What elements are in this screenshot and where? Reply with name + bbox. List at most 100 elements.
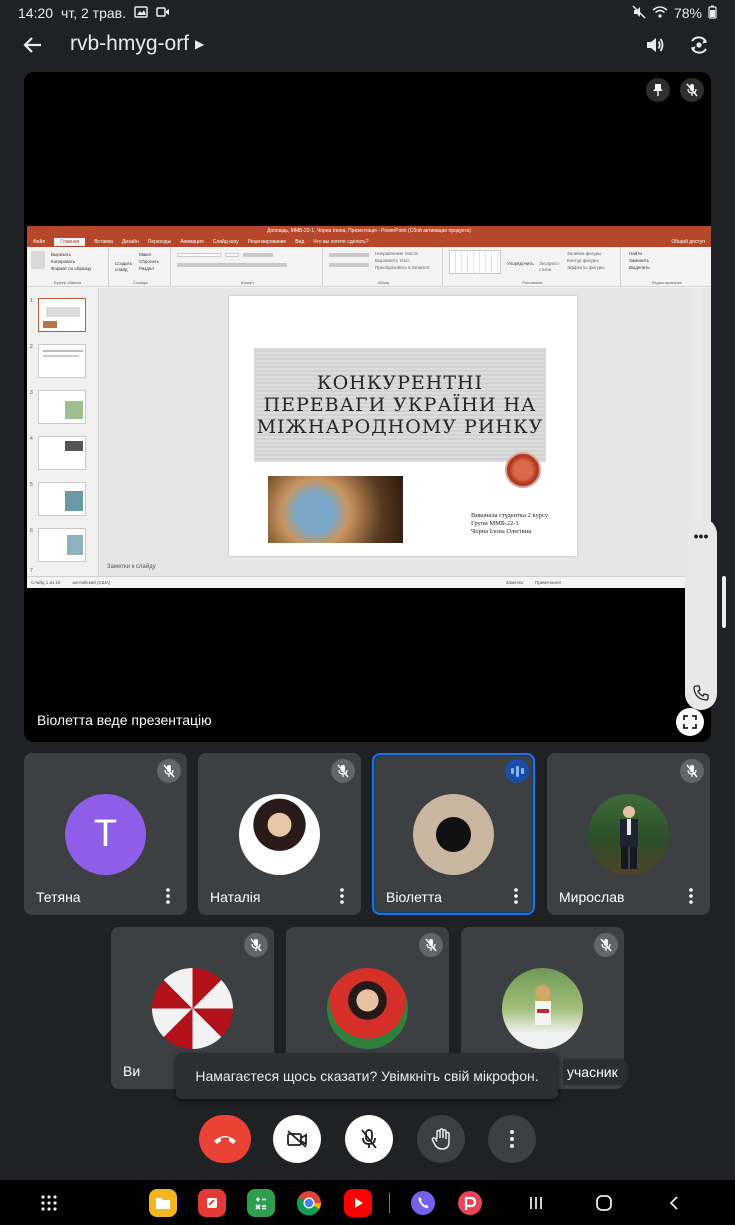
notes-app-icon[interactable] (198, 1189, 226, 1217)
app-drawer-icon[interactable] (35, 1189, 63, 1217)
edge-panel-handle[interactable] (722, 576, 726, 628)
ppt-notes-placeholder: Заметки к слайду (107, 564, 156, 570)
ppt-tab: Вставка (94, 238, 113, 245)
slide-seal-image (505, 452, 541, 488)
shared-screen-powerpoint: Доповідь, ММБ-22-1, Чорна Ілона, Презент… (27, 226, 711, 588)
nav-separator (389, 1193, 390, 1213)
ppt-tell-me: Что вы хотите сделать? (313, 238, 369, 245)
ppt-ribbon: Вырезать Копировать Формат по образцу Бу… (27, 247, 711, 287)
switch-camera-button[interactable] (684, 28, 714, 62)
thumb-number: 4 (30, 436, 33, 442)
caption-line: Виконала студентка 2 курсу (471, 512, 549, 519)
ppt-tab: Вид (295, 238, 305, 245)
speaker-icon (647, 38, 664, 52)
ribbon-item: Найти (629, 251, 642, 256)
slide-thumbnail (38, 344, 86, 378)
camera-off-icon (287, 1130, 307, 1148)
unmute-hint-toast: Намагаєтеся щось сказати? Увімкніть свій… (176, 1053, 558, 1099)
ppt-tab: Переходы (147, 238, 172, 245)
avatar-letter: T (93, 813, 118, 855)
more-vert-icon[interactable] (508, 885, 524, 907)
ppt-tab: Рецензирование (247, 238, 287, 245)
ppt-tab: Анимация (180, 238, 204, 245)
meeting-title[interactable]: rvb-hmyg-orf ▶ (70, 32, 204, 56)
mic-off-icon (157, 759, 181, 783)
slide-caption: Виконала студентка 2 курсу Групи ММБ-22-… (471, 512, 548, 536)
presenter-label: Віолетта веде презентацію (37, 712, 212, 728)
phone-icon[interactable] (690, 682, 712, 704)
ppt-tab-active: Главная (54, 237, 86, 246)
pin-button[interactable] (646, 78, 670, 102)
fullscreen-button[interactable] (676, 708, 704, 736)
ribbon-group-label: Редактирование (651, 280, 683, 285)
ribbon-item: Эффекты фигуры (567, 265, 605, 270)
presenter-mic-off (680, 78, 704, 102)
switch-camera-icon (691, 36, 707, 54)
raise-hand-button[interactable] (417, 1115, 465, 1163)
ribbon-group-label: Буфер обмена (53, 280, 82, 285)
participant-name: Віолетта (386, 889, 442, 905)
more-vert-icon[interactable] (683, 885, 699, 907)
more-options-button[interactable] (488, 1115, 536, 1163)
hang-up-button[interactable] (199, 1115, 251, 1163)
ribbon-item: Контур фигуры (567, 258, 599, 263)
ribbon-group-label: Шрифт (240, 280, 255, 285)
ribbon-item: Сбросить (139, 259, 160, 264)
floating-call-panel[interactable]: ••• (685, 518, 717, 710)
avatar-photo (413, 794, 494, 875)
video-record-icon (156, 5, 170, 21)
participant-tile[interactable]: T Тетяна (24, 753, 187, 915)
chrome-app-icon[interactable] (295, 1189, 323, 1217)
ribbon-group-font: Шрифт (173, 247, 323, 287)
ppt-tab: Дизайн (121, 238, 139, 245)
ppt-ribbon-tabs: Файл Главная Вставка Дизайн Переходы Ани… (27, 236, 711, 247)
back-button[interactable] (20, 28, 46, 62)
ribbon-item: Раздел (139, 266, 154, 271)
back-nav-button[interactable] (660, 1189, 688, 1217)
mic-off-icon (331, 759, 355, 783)
camera-toggle-button[interactable] (273, 1115, 321, 1163)
speaker-button[interactable] (640, 28, 670, 62)
ribbon-group-drawing: Упорядочить Экспресс-стили Заливка фигур… (445, 247, 621, 287)
presentation-stage[interactable]: Доповідь, ММБ-22-1, Чорна Ілона, Презент… (24, 72, 711, 742)
ribbon-group-editing: Найти Заменить Выделить Редактирование (623, 247, 711, 287)
slide-thumbnail (38, 528, 86, 562)
ribbon-item: Создать слайд (115, 261, 133, 272)
home-button[interactable] (590, 1189, 618, 1217)
more-vert-icon[interactable] (334, 885, 350, 907)
participant-tile[interactable]: Наталія (198, 753, 361, 915)
thumb-number: 1 (30, 298, 33, 304)
ppt-title-bar: Доповідь, ММБ-22-1, Чорна Ілона, Презент… (27, 226, 711, 236)
avatar-photo (502, 968, 583, 1049)
ribbon-group-slides: Создать слайд Макет Сбросить Раздел Слай… (111, 247, 171, 287)
pocket-app-icon[interactable] (456, 1189, 484, 1217)
more-vert-icon[interactable] (160, 885, 176, 907)
caption-line: Чорна Ілона Олегівна (471, 528, 532, 535)
avatar: T (65, 794, 146, 875)
recents-button[interactable] (522, 1189, 550, 1217)
gallery-icon (134, 5, 148, 21)
ribbon-item: Выровнять текст (375, 258, 411, 263)
ribbon-item: Упорядочить (507, 261, 534, 266)
slide-thumbnail (38, 298, 86, 332)
thumb-number: 6 (30, 528, 33, 534)
participant-tile[interactable]: Мирослав (547, 753, 710, 915)
caret-right-icon: ▶ (195, 37, 205, 51)
mic-toggle-button[interactable] (345, 1115, 393, 1163)
wifi-icon (652, 5, 668, 21)
mic-off-icon (680, 759, 704, 783)
meeting-code: rvb-hmyg-orf (70, 32, 190, 55)
calculator-app-icon[interactable] (247, 1189, 275, 1217)
mic-off-icon (594, 933, 618, 957)
mic-off-icon (419, 933, 443, 957)
youtube-app-icon[interactable] (344, 1189, 372, 1217)
ppt-language: английский (США) (72, 580, 111, 585)
ribbon-group-paragraph: Направление текста Выровнять текст Преоб… (325, 247, 443, 287)
avatar-photo (239, 794, 320, 875)
files-app-icon[interactable] (149, 1189, 177, 1217)
current-slide: КОНКУРЕНТНІ ПЕРЕВАГИ УКРАЇНИ НА МІЖНАРОД… (229, 296, 577, 556)
viber-app-icon[interactable] (409, 1189, 437, 1217)
hand-icon (431, 1128, 450, 1150)
more-dots-icon[interactable]: ••• (685, 524, 717, 548)
participant-tile-active[interactable]: Віолетта (372, 753, 535, 915)
